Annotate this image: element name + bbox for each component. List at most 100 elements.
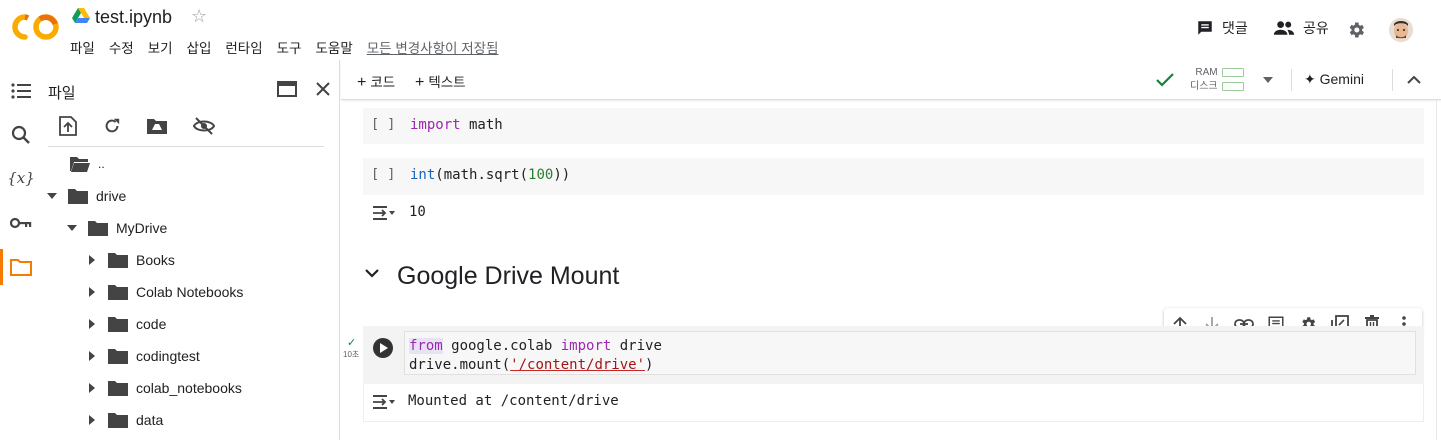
add-code-label: 코드 bbox=[370, 75, 396, 90]
share-button[interactable]: 공유 bbox=[1273, 18, 1329, 38]
tree-item-codingtest[interactable]: codingtest bbox=[84, 344, 200, 368]
tree-item-parent[interactable]: .. bbox=[70, 152, 105, 176]
folder-icon bbox=[108, 317, 128, 332]
code-builtin: int bbox=[410, 167, 436, 183]
output-toggle-icon[interactable] bbox=[372, 205, 396, 221]
collapse-chevron-up-icon[interactable] bbox=[1407, 75, 1421, 84]
folder-icon bbox=[108, 285, 128, 300]
code-keyword: import bbox=[560, 338, 612, 354]
ram-usage-bar bbox=[1222, 68, 1244, 77]
menu-runtime[interactable]: 런타임 bbox=[225, 37, 262, 57]
tree-item-code[interactable]: code bbox=[84, 312, 166, 336]
exec-success-check-icon: ✓ bbox=[347, 337, 357, 349]
files-panel-title: 파일 bbox=[48, 85, 76, 102]
exec-duration: 10초 bbox=[343, 350, 360, 359]
tree-item-label: .. bbox=[98, 157, 105, 171]
caret-down-icon[interactable] bbox=[44, 188, 60, 204]
app-header: test.ipynb ☆ 파일 수정 보기 삽입 런타임 도구 도움말 모든 변… bbox=[0, 0, 1441, 60]
tree-item-colab-notebooks-2[interactable]: colab_notebooks bbox=[84, 376, 242, 400]
tree-item-data[interactable]: data bbox=[84, 408, 163, 432]
output-toggle-icon[interactable] bbox=[372, 394, 396, 410]
exec-count: [ ] bbox=[371, 166, 396, 182]
files-panel: 파일 .. drive MyDrive Books Colab Notebook… bbox=[40, 60, 340, 440]
notebook-title[interactable]: test.ipynb bbox=[95, 7, 172, 28]
code-text: ) bbox=[645, 357, 654, 373]
cell-output: Mounted at /content/drive bbox=[408, 393, 619, 409]
runtime-dropdown-icon[interactable] bbox=[1263, 77, 1273, 83]
code-line[interactable]: drive.mount('/content/drive') bbox=[409, 356, 653, 375]
search-icon[interactable] bbox=[9, 123, 33, 147]
colab-logo[interactable] bbox=[12, 12, 60, 42]
menu-edit[interactable]: 수정 bbox=[109, 37, 134, 57]
menu-tools[interactable]: 도구 bbox=[277, 37, 302, 57]
folder-open-icon bbox=[70, 157, 90, 172]
code-text: (math.sqrt( bbox=[435, 167, 529, 183]
add-text-button[interactable]: + 텍스트 bbox=[415, 71, 466, 92]
toc-list-icon[interactable] bbox=[9, 79, 33, 103]
code-line[interactable]: import math bbox=[410, 116, 503, 135]
code-cell[interactable]: [ ] int(math.sqrt(100)) bbox=[363, 158, 1424, 195]
caret-right-icon[interactable] bbox=[84, 380, 100, 396]
panel-divider bbox=[48, 146, 324, 147]
menu-file[interactable]: 파일 bbox=[70, 37, 95, 57]
caret-right-icon[interactable] bbox=[84, 412, 100, 428]
code-editor[interactable]: from google.colab import drive drive.mou… bbox=[404, 331, 1416, 375]
close-icon[interactable] bbox=[312, 78, 334, 100]
active-indicator bbox=[0, 249, 3, 285]
cell-output: 10 bbox=[409, 204, 426, 220]
folder-icon[interactable] bbox=[9, 255, 33, 279]
tree-item-label: MyDrive bbox=[116, 220, 168, 236]
comment-icon bbox=[1198, 21, 1212, 35]
code-line[interactable]: int(math.sqrt(100)) bbox=[410, 166, 570, 185]
caret-right-icon[interactable] bbox=[84, 348, 100, 364]
section-collapse-chevron-icon[interactable] bbox=[364, 267, 380, 279]
tree-item-colab-notebooks[interactable]: Colab Notebooks bbox=[84, 280, 243, 304]
folder-icon bbox=[88, 221, 108, 236]
code-line[interactable]: from google.colab import drive bbox=[409, 337, 662, 356]
folder-icon bbox=[108, 349, 128, 364]
google-drive-icon[interactable] bbox=[72, 8, 90, 24]
disk-usage-bar bbox=[1222, 82, 1244, 91]
resource-monitor[interactable]: RAM 디스크 bbox=[1190, 66, 1218, 94]
scrollbar-track[interactable] bbox=[1436, 100, 1441, 440]
connected-check-icon[interactable] bbox=[1156, 73, 1174, 87]
add-code-button[interactable]: + 코드 bbox=[357, 71, 395, 92]
open-in-tab-icon[interactable] bbox=[276, 78, 298, 100]
tree-item-books[interactable]: Books bbox=[84, 248, 175, 272]
code-cell[interactable]: [ ] import math bbox=[363, 108, 1424, 144]
refresh-icon[interactable] bbox=[101, 115, 123, 137]
menu-help[interactable]: 도움말 bbox=[315, 37, 352, 57]
tree-item-label: Colab Notebooks bbox=[136, 284, 244, 300]
save-status[interactable]: 모든 변경사항이 저장됨 bbox=[367, 37, 499, 57]
caret-right-icon[interactable] bbox=[84, 284, 100, 300]
caret-right-icon[interactable] bbox=[84, 252, 100, 268]
settings-gear-icon[interactable] bbox=[1346, 20, 1366, 40]
toolbar-separator bbox=[1392, 69, 1393, 91]
gemini-label: Gemini bbox=[1319, 71, 1364, 87]
caret-right-icon[interactable] bbox=[84, 316, 100, 332]
code-string: '/content/drive' bbox=[510, 357, 646, 373]
variables-icon[interactable]: {x} bbox=[7, 166, 35, 190]
section-heading[interactable]: Google Drive Mount bbox=[397, 262, 619, 291]
comment-label: 댓글 bbox=[1222, 20, 1248, 36]
comment-button[interactable]: 댓글 bbox=[1196, 18, 1248, 38]
star-icon[interactable]: ☆ bbox=[191, 6, 207, 27]
run-play-icon[interactable] bbox=[372, 337, 394, 359]
code-text: math bbox=[460, 117, 503, 133]
gemini-button[interactable]: ✦ Gemini bbox=[1304, 71, 1364, 88]
menu-view[interactable]: 보기 bbox=[148, 37, 173, 57]
code-text: drive bbox=[611, 338, 662, 354]
key-icon[interactable] bbox=[9, 211, 33, 235]
mount-drive-icon[interactable] bbox=[145, 115, 169, 137]
tree-item-label: codingtest bbox=[136, 348, 200, 364]
tree-item-drive[interactable]: drive bbox=[44, 184, 126, 208]
menu-insert[interactable]: 삽입 bbox=[187, 37, 212, 57]
user-avatar[interactable] bbox=[1389, 18, 1413, 42]
hide-files-eye-icon[interactable] bbox=[192, 115, 216, 137]
tree-item-mydrive[interactable]: MyDrive bbox=[64, 216, 167, 240]
disk-label: 디스크 bbox=[1190, 81, 1218, 92]
folder-icon bbox=[68, 189, 88, 204]
caret-down-icon[interactable] bbox=[64, 220, 80, 236]
folder-icon bbox=[108, 253, 128, 268]
upload-file-icon[interactable] bbox=[57, 115, 79, 137]
